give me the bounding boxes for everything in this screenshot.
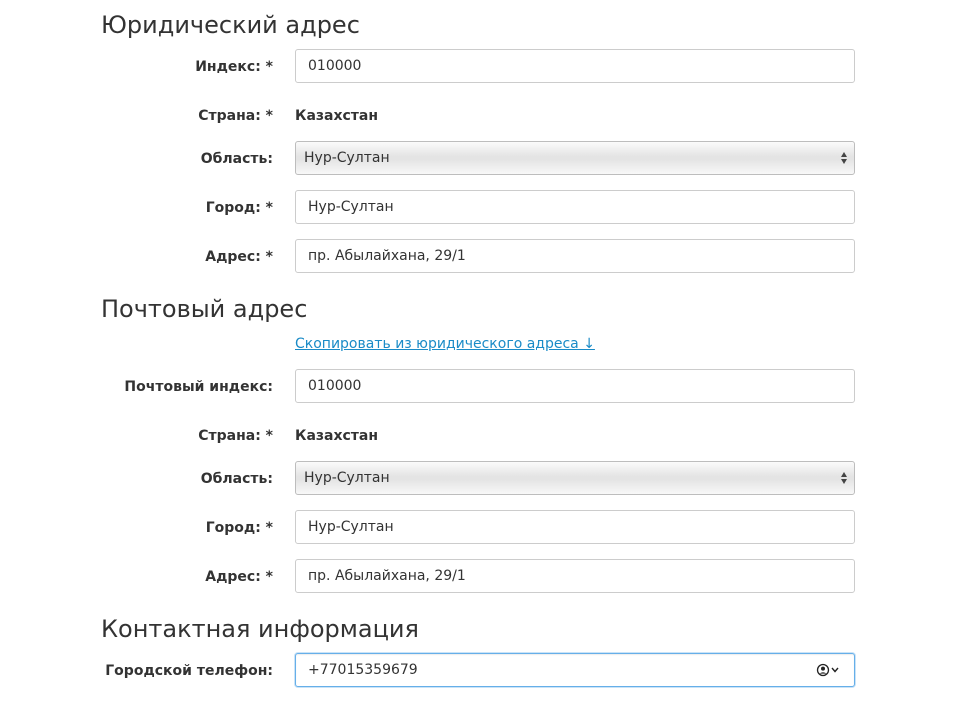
postal-region-label: Область: <box>200 471 273 487</box>
postal-region-select[interactable]: Нур-Султан <box>295 461 855 495</box>
postal-city-input[interactable] <box>295 510 855 544</box>
postal-address-label: Адрес: * <box>205 569 273 585</box>
legal-address-label: Адрес: * <box>205 249 273 265</box>
city-phone-input[interactable]: +77015359679 <box>295 653 855 687</box>
contact-autofill-icon[interactable] <box>816 663 842 677</box>
select-arrows-icon <box>841 472 847 484</box>
select-arrows-icon <box>841 152 847 164</box>
postal-region-selected-value: Нур-Султан <box>304 470 390 486</box>
legal-region-label: Область: <box>200 151 273 167</box>
legal-city-input[interactable] <box>295 190 855 224</box>
legal-country-value: Казахстан <box>295 108 379 124</box>
postal-index-input[interactable] <box>295 369 855 403</box>
postal-address-input[interactable] <box>295 559 855 593</box>
copy-from-legal-address-link[interactable]: Скопировать из юридического адреса ↓ <box>295 335 595 353</box>
city-phone-label: Городской телефон: <box>105 663 273 679</box>
legal-address-heading: Юридический адрес <box>101 11 360 39</box>
contact-info-heading: Контактная информация <box>101 615 419 643</box>
legal-region-selected-value: Нур-Султан <box>304 150 390 166</box>
legal-address-input[interactable] <box>295 239 855 273</box>
postal-country-value: Казахстан <box>295 428 379 444</box>
address-form: Юридический адрес Индекс: * Страна: * Ка… <box>0 0 974 720</box>
legal-city-label: Город: * <box>205 200 273 216</box>
city-phone-value: +77015359679 <box>308 662 418 678</box>
legal-region-select[interactable]: Нур-Султан <box>295 141 855 175</box>
postal-city-label: Город: * <box>205 520 273 536</box>
postal-index-label: Почтовый индекс: <box>124 379 273 395</box>
legal-index-input[interactable] <box>295 49 855 83</box>
legal-country-label: Страна: * <box>198 108 273 124</box>
postal-country-label: Страна: * <box>198 428 273 444</box>
legal-index-label: Индекс: * <box>195 59 273 75</box>
postal-address-heading: Почтовый адрес <box>101 295 308 323</box>
